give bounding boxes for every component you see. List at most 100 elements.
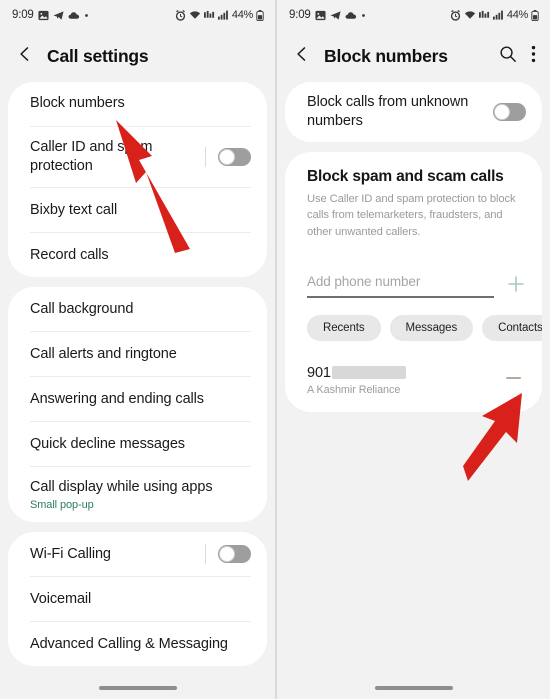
spam-info-title: Block spam and scam calls: [307, 168, 504, 186]
blocked-number-prefix: 901: [307, 364, 331, 381]
more-options-icon[interactable]: [531, 45, 536, 68]
row-label: Voicemail: [30, 590, 92, 607]
photo-icon: [315, 10, 326, 21]
telegram-icon: [53, 10, 64, 21]
search-icon[interactable]: [499, 45, 517, 68]
toggle-container: [197, 147, 251, 168]
row-label: Call background: [30, 300, 134, 317]
dual-screenshot-container: 9:09 44% Call settings Block numbers Cal…: [0, 0, 550, 699]
spam-info-description: Use Caller ID and spam protection to blo…: [307, 193, 516, 238]
minus-icon[interactable]: [502, 367, 524, 389]
row-label: Bixby text call: [30, 201, 118, 218]
row-sublabel: Small pop-up: [30, 499, 94, 512]
wifi-icon: [464, 10, 476, 20]
nav-bar-right: [277, 677, 550, 699]
home-gesture-pill[interactable]: [98, 686, 177, 690]
wifi-icon: [189, 10, 201, 20]
row-label: Record calls: [30, 246, 109, 263]
battery-percent-label: 44%: [231, 9, 253, 21]
list-item-blocked-number[interactable]: 901 A Kashmir Reliance: [285, 347, 542, 412]
blocked-number-info: 901 A Kashmir Reliance: [307, 365, 502, 396]
toggle-container: [197, 544, 251, 565]
row-block-unknown-numbers[interactable]: Block calls from unknown numbers: [285, 82, 542, 142]
appbar-block-numbers: Block numbers: [277, 30, 550, 82]
sidebar-item-quick-decline-messages[interactable]: Quick decline messages: [8, 422, 267, 466]
settings-group-3: Wi-Fi Calling Voicemail Advanced Calling…: [8, 532, 267, 667]
sidebar-item-call-alerts-and-ringtone[interactable]: Call alerts and ringtone: [8, 332, 267, 376]
toggle-container: [485, 103, 526, 122]
chip-messages[interactable]: Messages: [389, 314, 474, 341]
sidebar-item-advanced-calling-messaging[interactable]: Advanced Calling & Messaging: [8, 622, 267, 666]
battery-icon: [256, 9, 264, 21]
block-numbers-scroll-area[interactable]: Block calls from unknown numbers Block s…: [277, 82, 550, 699]
cloud-icon: [345, 10, 357, 20]
minus-bar: [505, 376, 521, 380]
toggle-separator: [205, 147, 206, 168]
alarm-icon: [450, 9, 461, 21]
row-label: Advanced Calling & Messaging: [30, 635, 228, 652]
settings-group-2: Call background Call alerts and ringtone…: [8, 287, 267, 523]
status-bar-right-group: 44%: [450, 9, 539, 21]
wifi-calling-toggle[interactable]: [218, 545, 251, 564]
sidebar-item-block-numbers[interactable]: Block numbers: [8, 82, 267, 126]
unknown-numbers-card: Block calls from unknown numbers: [285, 82, 542, 143]
row-label: Block calls from unknown numbers: [307, 94, 469, 130]
left-phone-screen: 9:09 44% Call settings Block numbers Cal…: [0, 0, 275, 699]
toggle-knob: [494, 104, 510, 121]
status-bar-left-group: 9:09: [12, 9, 89, 21]
mobile-data-icon: [478, 10, 490, 20]
appbar-call-settings: Call settings: [0, 30, 275, 82]
row-label: Caller ID and spam protection: [30, 139, 153, 175]
spam-info-section: Block spam and scam calls Use Caller ID …: [285, 152, 542, 258]
sidebar-item-answering-and-ending-calls[interactable]: Answering and ending calls: [8, 377, 267, 421]
sidebar-item-bixby-text-call[interactable]: Bixby text call: [8, 188, 267, 232]
source-chips-row: Recents Messages Contacts: [285, 298, 542, 347]
chip-contacts[interactable]: Contacts: [482, 314, 542, 341]
status-bar-right: 9:09 44%: [277, 0, 550, 30]
status-bar-clock: 9:09: [12, 9, 34, 21]
dot-icon: [84, 13, 89, 18]
toggle-knob: [219, 149, 235, 166]
mobile-data-icon: [203, 10, 215, 20]
blocked-number-value: 901: [307, 365, 502, 381]
toggle-knob: [219, 546, 235, 563]
status-bar-left-group: 9:09: [289, 9, 366, 21]
battery-icon: [531, 9, 539, 21]
sidebar-item-wifi-calling[interactable]: Wi-Fi Calling: [8, 532, 267, 576]
block-unknown-numbers-toggle[interactable]: [493, 103, 526, 122]
dot-icon: [361, 13, 366, 18]
sidebar-item-record-calls[interactable]: Record calls: [8, 233, 267, 277]
block-numbers-main-card: Block spam and scam calls Use Caller ID …: [285, 152, 542, 412]
status-bar-left: 9:09 44%: [0, 0, 275, 30]
back-chevron-icon[interactable]: [294, 46, 310, 67]
page-title-right: Block numbers: [324, 45, 448, 66]
row-label: Quick decline messages: [30, 435, 185, 452]
signal-icon: [217, 10, 229, 20]
back-chevron-icon[interactable]: [17, 46, 33, 67]
right-phone-screen: 9:09 44% Block numbers Block calls from …: [275, 0, 550, 699]
telegram-icon: [330, 10, 341, 21]
sidebar-item-call-display-while-using-apps[interactable]: Call display while using apps Small pop-…: [8, 467, 267, 522]
add-phone-number-field[interactable]: Add phone number: [307, 274, 494, 298]
settings-group-1: Block numbers Caller ID and spam protect…: [8, 82, 267, 278]
cloud-icon: [68, 10, 80, 20]
add-phone-number-row: Add phone number: [285, 258, 542, 298]
battery-percent-label: 44%: [506, 9, 528, 21]
status-bar-clock: 9:09: [289, 9, 311, 21]
sidebar-item-voicemail[interactable]: Voicemail: [8, 577, 267, 621]
sidebar-item-call-background[interactable]: Call background: [8, 287, 267, 331]
input-underline: [307, 296, 494, 298]
chip-recents[interactable]: Recents: [307, 314, 381, 341]
caller-id-toggle[interactable]: [218, 148, 251, 167]
plus-icon[interactable]: [504, 272, 528, 296]
row-label: Wi-Fi Calling: [30, 545, 111, 562]
settings-scroll-area-left[interactable]: Block numbers Caller ID and spam protect…: [0, 82, 275, 699]
sidebar-item-caller-id-spam-protection[interactable]: Caller ID and spam protection: [8, 127, 267, 187]
status-bar-right-group: 44%: [175, 9, 264, 21]
add-phone-number-placeholder: Add phone number: [307, 274, 421, 290]
signal-icon: [492, 10, 504, 20]
blocked-number-label: A Kashmir Reliance: [307, 383, 401, 396]
home-gesture-pill[interactable]: [374, 686, 453, 690]
redaction-block: [331, 366, 406, 380]
photo-icon: [38, 10, 49, 21]
